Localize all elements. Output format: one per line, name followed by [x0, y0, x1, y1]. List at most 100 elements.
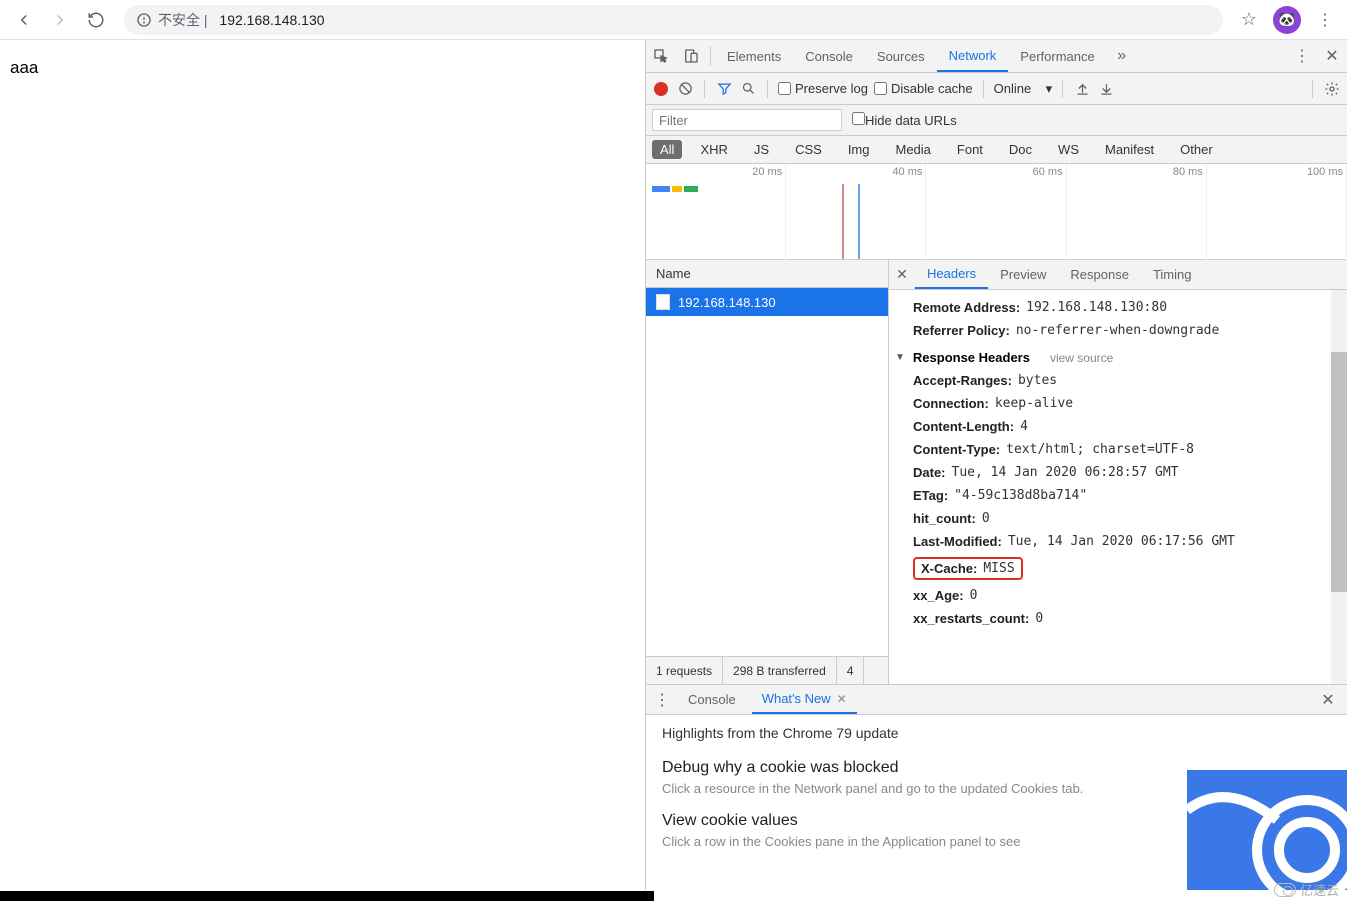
triangle-down-icon: ▼: [895, 352, 905, 363]
security-indicator: 不安全 |: [136, 10, 211, 30]
filter-type-xhr[interactable]: XHR: [692, 140, 735, 159]
tab-console[interactable]: Console: [793, 40, 865, 72]
close-icon[interactable]: ✕: [837, 692, 847, 706]
request-row[interactable]: 192.168.148.130: [646, 288, 888, 316]
tab-network[interactable]: Network: [937, 40, 1009, 72]
device-toolbar-button[interactable]: [676, 40, 706, 72]
status-transferred: 298 B transferred: [723, 657, 837, 684]
tab-preview[interactable]: Preview: [988, 260, 1058, 289]
tab-response[interactable]: Response: [1058, 260, 1141, 289]
devtools-panel: Elements Console Sources Network Perform…: [646, 40, 1347, 890]
details-close-button[interactable]: ✕: [889, 260, 915, 289]
disable-cache-checkbox[interactable]: Disable cache: [874, 81, 973, 96]
network-toolbar: Preserve log Disable cache Online ▾: [646, 73, 1347, 105]
filter-icon: [717, 81, 732, 96]
device-icon: [683, 48, 699, 64]
request-name: 192.168.148.130: [678, 295, 776, 310]
inspect-icon: [653, 48, 669, 64]
x-cache-header: X-Cache: MISS: [907, 553, 1347, 584]
upload-icon: [1075, 81, 1090, 96]
reload-icon: [87, 11, 105, 29]
devtools-close-button[interactable]: ✕: [1317, 40, 1347, 72]
tab-sources[interactable]: Sources: [865, 40, 937, 72]
filter-type-all[interactable]: All: [652, 140, 682, 159]
throttle-select[interactable]: Online ▾: [994, 81, 1053, 97]
filter-type-js[interactable]: JS: [746, 140, 777, 159]
status-resources: 4: [837, 657, 865, 684]
tab-headers[interactable]: Headers: [915, 260, 988, 289]
drawer-close-button[interactable]: ✕: [1315, 690, 1341, 710]
response-headers-section[interactable]: ▼ Response Headers view source: [895, 342, 1347, 369]
filter-type-img[interactable]: Img: [840, 140, 878, 159]
request-details: ✕ Headers Preview Response Timing Remote…: [889, 260, 1347, 684]
watermark: 亿速云: [1274, 880, 1339, 899]
url-text: 192.168.148.130: [219, 12, 324, 28]
status-requests: 1 requests: [646, 657, 723, 684]
request-list: Name 192.168.148.130 1 requests 298 B tr…: [646, 260, 889, 684]
tab-elements[interactable]: Elements: [715, 40, 793, 72]
filter-type-other[interactable]: Other: [1172, 140, 1221, 159]
clear-icon: [678, 81, 693, 96]
inspect-element-button[interactable]: [646, 40, 676, 72]
more-tabs-button[interactable]: »: [1107, 40, 1137, 72]
page-viewport: aaa: [0, 40, 646, 890]
hide-data-urls-checkbox[interactable]: Hide data URLs: [852, 112, 957, 128]
document-icon: [656, 294, 670, 310]
search-button[interactable]: [739, 80, 757, 98]
preserve-log-checkbox[interactable]: Preserve log: [778, 81, 868, 96]
record-button[interactable]: [652, 80, 670, 98]
upload-har-button[interactable]: [1073, 80, 1091, 98]
record-icon: [654, 82, 668, 96]
info-icon: [136, 12, 152, 28]
search-icon: [741, 81, 756, 96]
filter-type-css[interactable]: CSS: [787, 140, 830, 159]
filter-bar: Hide data URLs: [646, 105, 1347, 136]
view-source-link[interactable]: view source: [1050, 351, 1113, 365]
headers-body[interactable]: Remote Address:192.168.148.130:80 Referr…: [889, 290, 1347, 684]
promo-image: [1187, 770, 1347, 890]
forward-button[interactable]: [44, 4, 76, 36]
request-list-header[interactable]: Name: [646, 260, 888, 288]
tab-timing[interactable]: Timing: [1141, 260, 1204, 289]
details-tabs: ✕ Headers Preview Response Timing: [889, 260, 1347, 290]
browser-toolbar: 不安全 | 192.168.148.130 ☆ 🐼 ⋮: [0, 0, 1347, 40]
address-bar[interactable]: 不安全 | 192.168.148.130: [124, 5, 1223, 35]
browser-menu-button[interactable]: ⋮: [1311, 6, 1339, 34]
arrow-right-icon: [51, 11, 69, 29]
reload-button[interactable]: [80, 4, 112, 36]
download-icon: [1099, 81, 1114, 96]
download-har-button[interactable]: [1097, 80, 1115, 98]
console-drawer: ⋮ Console What's New✕ ✕ Highlights from …: [646, 684, 1347, 890]
filter-type-doc[interactable]: Doc: [1001, 140, 1040, 159]
network-timeline[interactable]: 20 ms 40 ms 60 ms 80 ms 100 ms: [646, 164, 1347, 260]
drawer-menu-button[interactable]: ⋮: [652, 690, 672, 710]
devtools-menu-button[interactable]: ⋮: [1287, 40, 1317, 72]
watermark-icon: [1274, 883, 1296, 897]
filter-type-ws[interactable]: WS: [1050, 140, 1087, 159]
filter-types: All XHR JS CSS Img Media Font Doc WS Man…: [646, 136, 1347, 164]
filter-type-media[interactable]: Media: [887, 140, 938, 159]
whatsnew-body[interactable]: Highlights from the Chrome 79 update Deb…: [646, 715, 1347, 890]
back-button[interactable]: [8, 4, 40, 36]
taskbar-fragment: [0, 891, 654, 901]
arrow-left-icon: [15, 11, 33, 29]
filter-input[interactable]: [652, 109, 842, 131]
page-text: aaa: [10, 58, 38, 77]
timeline-bars: [652, 186, 698, 194]
profile-avatar[interactable]: 🐼: [1273, 6, 1301, 34]
network-settings-button[interactable]: [1323, 80, 1341, 98]
tab-performance[interactable]: Performance: [1008, 40, 1106, 72]
drawer-tab-whatsnew[interactable]: What's New✕: [752, 685, 857, 714]
filter-type-manifest[interactable]: Manifest: [1097, 140, 1162, 159]
gear-icon: [1324, 81, 1340, 97]
highlights-title: Highlights from the Chrome 79 update: [662, 725, 1331, 741]
domcontentloaded-marker: [842, 184, 844, 259]
request-status-bar: 1 requests 298 B transferred 4: [646, 656, 888, 684]
drawer-tab-console[interactable]: Console: [678, 685, 746, 714]
scrollbar-thumb[interactable]: [1331, 352, 1347, 592]
filter-toggle-button[interactable]: [715, 80, 733, 98]
bookmark-button[interactable]: ☆: [1235, 9, 1263, 30]
filter-type-font[interactable]: Font: [949, 140, 991, 159]
insecure-label: 不安全: [158, 10, 200, 30]
clear-button[interactable]: [676, 80, 694, 98]
